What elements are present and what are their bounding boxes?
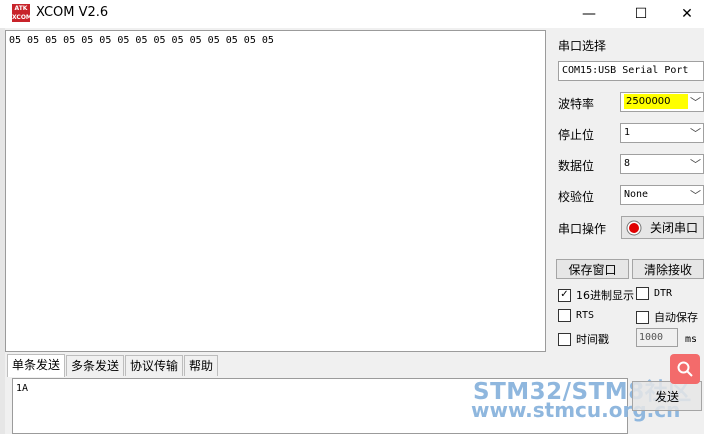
maximize-button[interactable]: ☐ <box>618 0 664 28</box>
hex-display-checkbox[interactable]: ✓ 16进制显示 <box>558 287 634 303</box>
port-select-dropdown[interactable]: COM15:USB Serial Port <box>558 61 704 81</box>
close-window-button[interactable]: ✕ <box>664 0 704 28</box>
close-port-button[interactable]: 关闭串口 <box>621 216 704 239</box>
data-bits-label: 数据位 <box>558 159 595 173</box>
timestamp-checkbox[interactable]: 时间戳 <box>558 331 609 347</box>
chevron-down-icon: ﹀ <box>690 189 701 202</box>
baud-rate-combobox[interactable]: 2500000 ﹀ <box>620 92 704 112</box>
port-select-label: 串口选择 <box>558 39 607 53</box>
tab-multi-send[interactable]: 多条发送 <box>66 355 125 376</box>
close-port-label: 关闭串口 <box>650 221 699 235</box>
window-title: XCOM V2.6 <box>36 5 109 20</box>
stop-bits-dropdown[interactable]: 1 ﹀ <box>620 123 704 143</box>
chevron-down-icon: ﹀ <box>690 127 701 140</box>
checkmark-icon: ✓ <box>558 288 571 302</box>
checkbox-box <box>558 332 571 346</box>
floating-search-button[interactable] <box>670 354 700 384</box>
auto-save-label: 自动保存 <box>654 311 698 324</box>
baud-rate-label: 波特率 <box>558 97 595 111</box>
clear-receive-button[interactable]: 清除接收 <box>632 259 704 279</box>
rts-checkbox[interactable]: RTS <box>558 309 594 322</box>
checkbox-box <box>636 310 649 324</box>
timestamp-interval-value: 1000 <box>639 332 664 343</box>
checkbox-box <box>558 309 571 322</box>
save-window-label: 保存窗口 <box>568 262 617 277</box>
title-bar: ATK XCOM XCOM V2.6 — ☐ ✕ <box>0 0 704 28</box>
send-button-label: 发送 <box>654 389 679 404</box>
port-status-indicator-icon <box>626 220 642 235</box>
tab-help[interactable]: 帮助 <box>184 355 219 376</box>
logo-text-bottom: XCOM <box>12 14 32 21</box>
interval-unit-label: ms <box>685 334 698 345</box>
chevron-down-icon: ﹀ <box>690 96 701 109</box>
logo-text-top: ATK <box>14 5 28 12</box>
parity-label: 校验位 <box>558 190 595 204</box>
dtr-checkbox[interactable]: DTR <box>636 287 672 300</box>
dtr-label: DTR <box>654 288 673 299</box>
baud-rate-value: 2500000 <box>624 94 688 109</box>
timestamp-interval-input[interactable]: 1000 <box>636 328 678 347</box>
hex-display-label: 16进制显示 <box>576 289 634 302</box>
data-bits-dropdown[interactable]: 8 ﹀ <box>620 154 704 174</box>
parity-value: None <box>624 189 649 200</box>
send-text: 1A <box>16 383 29 394</box>
minimize-icon: — <box>582 6 596 22</box>
send-button[interactable]: 发送 <box>632 381 702 411</box>
rts-label: RTS <box>576 310 595 321</box>
chevron-down-icon: ﹀ <box>690 158 701 171</box>
save-window-button[interactable]: 保存窗口 <box>556 259 629 279</box>
close-icon: ✕ <box>681 6 693 22</box>
port-operation-label: 串口操作 <box>558 222 607 236</box>
checkbox-box <box>636 287 649 300</box>
timestamp-label: 时间戳 <box>576 333 609 346</box>
auto-save-checkbox[interactable]: 自动保存 <box>636 309 698 325</box>
data-bits-value: 8 <box>624 158 631 169</box>
stop-bits-label: 停止位 <box>558 128 595 142</box>
search-icon <box>677 361 693 377</box>
tab-single-send[interactable]: 单条发送 <box>7 354 66 377</box>
maximize-icon: ☐ <box>634 6 648 22</box>
clear-receive-label: 清除接收 <box>643 262 692 277</box>
tab-protocol-transfer[interactable]: 协议传输 <box>125 355 184 376</box>
receive-text: 05 05 05 05 05 05 05 05 05 05 05 05 05 0… <box>9 35 274 46</box>
app-logo-icon: ATK XCOM <box>12 4 32 22</box>
stop-bits-value: 1 <box>624 127 631 138</box>
parity-dropdown[interactable]: None ﹀ <box>620 185 704 205</box>
port-select-value: COM15:USB Serial Port <box>562 65 689 76</box>
receive-textarea[interactable]: 05 05 05 05 05 05 05 05 05 05 05 05 05 0… <box>5 30 546 352</box>
minimize-button[interactable]: — <box>566 0 612 28</box>
send-mode-tabs: 单条发送 多条发送 协议传输 帮助 <box>7 354 219 377</box>
